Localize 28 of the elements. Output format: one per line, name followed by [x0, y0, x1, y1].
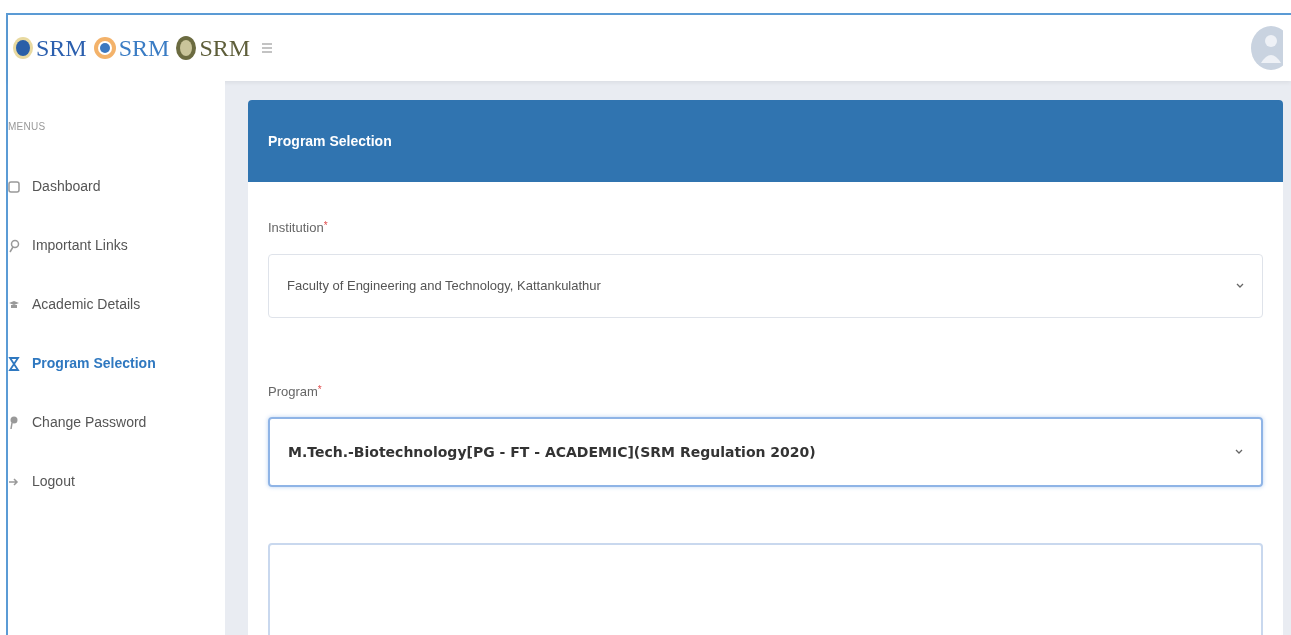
menu-heading: MENUS	[8, 120, 46, 134]
logo-text: SRM	[199, 36, 251, 60]
dashboard-icon	[8, 179, 20, 194]
logo-text: SRM	[36, 36, 87, 60]
nav-item[interactable]: Logout	[8, 471, 75, 492]
select-field[interactable]: M.Tech.-Biotechnology[PG - FT - ACADEMIC](SRM Regulation 2020)	[268, 417, 1263, 487]
required-asterisk: *	[323, 219, 328, 231]
chevron-icon	[1235, 449, 1243, 455]
nav-item[interactable]: Important Links	[8, 235, 128, 256]
logo-text: SRM	[118, 36, 170, 60]
field-label: Program	[268, 382, 318, 401]
text-area[interactable]	[268, 543, 1263, 635]
menu-icon[interactable]	[262, 42, 273, 54]
nav-item[interactable]: Change Password	[8, 412, 147, 433]
key-icon	[8, 415, 20, 430]
nav-item[interactable]: Academic Details	[8, 294, 141, 315]
hourglass-icon	[8, 356, 20, 371]
nav-item[interactable]: Dashboard	[8, 176, 101, 197]
field-label: Institution	[268, 219, 324, 237]
avatar-icon[interactable]	[1249, 25, 1283, 71]
required-asterisk: *	[317, 382, 322, 395]
select-field[interactable]: Faculty of Engineering and Technology, Kattankulathur	[268, 253, 1263, 318]
tree-emblem-icon	[175, 35, 198, 61]
emblem-icon	[12, 36, 34, 60]
chevron-icon	[1236, 282, 1244, 289]
card-title: Program Selection	[268, 131, 392, 151]
sun-emblem-icon	[92, 36, 117, 60]
nav-item[interactable]: Program Selection	[8, 353, 156, 374]
